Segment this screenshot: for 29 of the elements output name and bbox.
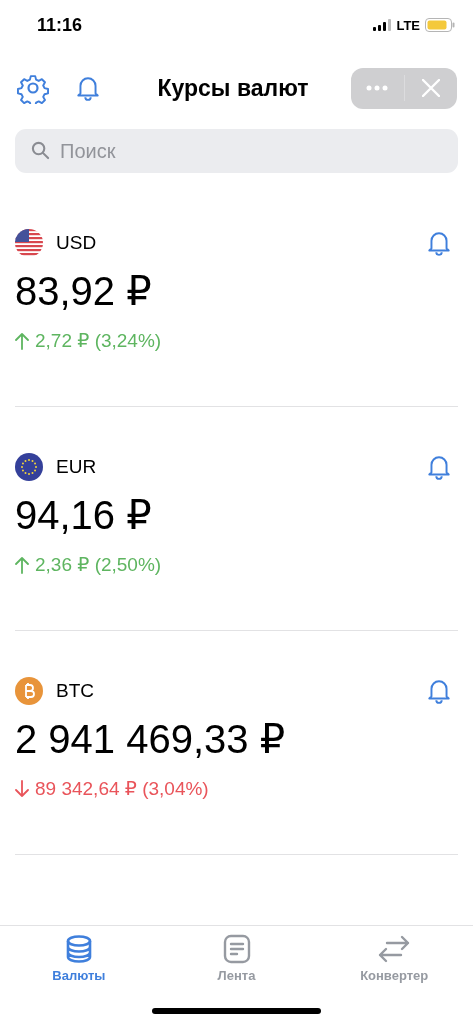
currency-code: BTC — [56, 680, 95, 702]
status-time: 11:16 — [37, 14, 84, 36]
flag-icon — [15, 229, 43, 257]
flag-icon — [15, 453, 43, 481]
search-icon — [31, 141, 50, 160]
rate-change: 89 342,64 ₽ (3,04%) — [35, 777, 209, 800]
bell-icon[interactable] — [426, 453, 452, 481]
tab[interactable]: Конвертер — [315, 926, 473, 988]
settings-icon[interactable] — [17, 72, 49, 104]
network-label: LTE — [396, 17, 420, 33]
battery-icon — [425, 18, 455, 32]
rate-change: 2,36 ₽ (2,50%) — [35, 553, 162, 576]
rate-value: 83,92 ₽ — [15, 268, 153, 315]
bell-icon[interactable] — [426, 677, 452, 705]
swap-arrows-icon — [377, 934, 412, 964]
tab[interactable]: Валюты — [0, 926, 158, 988]
coin-icon — [15, 677, 43, 705]
search-field[interactable]: Поиск — [15, 129, 458, 173]
rate-value: 2 941 469,33 ₽ — [15, 716, 287, 763]
document-icon — [221, 934, 252, 964]
notifications-icon[interactable] — [75, 74, 101, 102]
screen-title: Курсы валют — [156, 74, 310, 102]
rate-value: 94,16 ₽ — [15, 492, 153, 539]
currency-code: USD — [56, 232, 98, 254]
bell-icon[interactable] — [426, 229, 452, 257]
rate-change: 2,72 ₽ (3,24%) — [35, 329, 162, 352]
currency-code: EUR — [56, 456, 98, 478]
tab[interactable]: Лента — [157, 926, 316, 988]
signal-icon — [373, 19, 392, 31]
